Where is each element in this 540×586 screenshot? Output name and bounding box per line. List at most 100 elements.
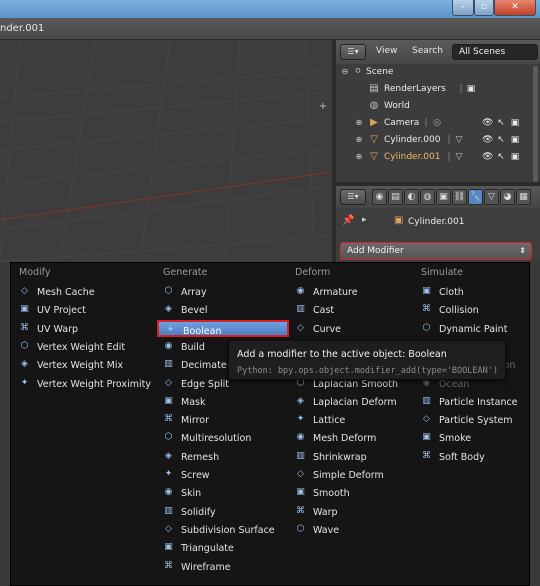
outliner-row-world[interactable]: ◍ World — [336, 98, 532, 115]
menu-item-label: Build — [181, 341, 205, 353]
editor-type-button[interactable]: ☰▾ — [340, 44, 366, 60]
outliner-row-cylinder-000[interactable]: ⊕ ▽ Cylinder.000 | ▽ 👁 ↖ ▣ — [336, 132, 532, 149]
menu-item-array[interactable]: ⬡ Array — [157, 283, 285, 300]
menu-item-smoke[interactable]: ▣ Smoke — [415, 429, 540, 446]
constraints-tab-icon[interactable]: ⛓ — [452, 189, 467, 205]
menu-item-simple-deform[interactable]: ◇ Simple Deform — [289, 466, 417, 483]
menu-item-mesh-cache[interactable]: ◇ Mesh Cache — [13, 283, 141, 300]
menu-item-label: Solidify — [181, 506, 216, 518]
view-menu[interactable]: View — [376, 46, 397, 56]
menu-item-collision[interactable]: ⌘ Collision — [415, 301, 540, 318]
menu-item-vertex-weight-mix[interactable]: ◈ Vertex Weight Mix — [13, 356, 141, 373]
outliner-scrollbar[interactable] — [533, 66, 538, 182]
separator-icon: | — [447, 152, 451, 162]
display-mode-select[interactable]: All Scenes — [452, 44, 538, 60]
render-icon[interactable]: ▣ — [510, 135, 520, 146]
menu-item-wave[interactable]: ⬡ Wave — [289, 521, 417, 538]
mesh-data-icon[interactable]: ▽ — [454, 152, 464, 163]
menu-item-lattice[interactable]: ✦ Lattice — [289, 411, 417, 428]
menu-item-label: Mask — [181, 396, 206, 408]
outliner-header: ☰▾ View Search All Scenes — [336, 40, 540, 64]
menu-item-triangulate[interactable]: ▣ Triangulate — [157, 539, 285, 556]
add-modifier-menu: Modify ◇ Mesh Cache ▣ UV Project ⌘ UV Warp ⬡ Ver… — [10, 262, 530, 586]
minimize-button[interactable]: – — [452, 0, 474, 16]
scene-tab-icon[interactable]: ◐ — [404, 189, 419, 205]
bevel-icon: ◈ — [165, 304, 172, 315]
camera-data-icon[interactable]: ◎ — [432, 118, 442, 129]
eye-icon[interactable]: 👁 — [482, 152, 493, 163]
menu-item-solidify[interactable]: ▥ Solidify — [157, 503, 285, 520]
menu-item-skin[interactable]: ◉ Skin — [157, 484, 285, 501]
eye-icon[interactable]: 👁 — [482, 135, 493, 146]
menu-item-label: Subdivision Surface — [181, 524, 275, 536]
menu-item-multiresolution[interactable]: ⬡ Multiresolution — [157, 429, 285, 446]
menu-item-uv-project[interactable]: ▣ UV Project — [13, 301, 141, 318]
cursor-icon[interactable]: ↖ — [496, 135, 506, 146]
renderlayers-tab-icon[interactable]: ▤ — [388, 189, 403, 205]
data-tab-icon[interactable]: ▽ — [484, 189, 499, 205]
collapse-icon[interactable]: ⊖ — [340, 67, 350, 77]
menu-item-label: Vertex Weight Mix — [37, 360, 124, 372]
outliner-row-camera[interactable]: ⊕ ▶ Camera | ◎ 👁 ↖ ▣ — [336, 115, 532, 132]
add-modifier-button[interactable]: Add Modifier ⬍ — [340, 242, 532, 260]
outliner-row-scene[interactable]: ⊖ ⚪ Scene — [336, 64, 532, 81]
cursor-icon[interactable]: ↖ — [496, 152, 506, 163]
menu-item-wireframe[interactable]: ⌘ Wireframe — [157, 558, 285, 575]
array-icon: ⬡ — [164, 286, 173, 296]
menu-item-curve[interactable]: ◇ Curve — [289, 320, 417, 337]
expand-icon[interactable]: ⊕ — [354, 152, 364, 162]
menu-item-cloth[interactable]: ▣ Cloth — [415, 283, 540, 300]
menu-item-cast[interactable]: ▥ Cast — [289, 301, 417, 318]
menu-item-mirror[interactable]: ⌘ Mirror — [157, 411, 285, 428]
texture-tab-icon[interactable]: ▦ — [516, 189, 531, 205]
skin-icon: ◉ — [164, 487, 173, 498]
material-tab-icon[interactable]: ◕ — [500, 189, 515, 205]
menu-item-label: Laplacian Deform — [313, 396, 397, 408]
editor-type-button[interactable]: ☰▾ — [340, 189, 366, 205]
render-icon[interactable]: ▣ — [510, 152, 520, 163]
outliner-row-cylinder-001[interactable]: ⊕ ▽ Cylinder.001 | ▽ 👁 ↖ ▣ — [336, 149, 532, 166]
menu-item-mesh-deform[interactable]: ◉ Mesh Deform — [289, 429, 417, 446]
renderlayer-icon[interactable]: ▣ — [466, 84, 476, 95]
outliner-row-renderlayers[interactable]: ▤ RenderLayers | ▣ — [336, 81, 532, 98]
menu-item-vertex-weight-proximity[interactable]: ✦ Vertex Weight Proximity — [13, 375, 151, 392]
pin-icon[interactable]: 📌 — [342, 215, 354, 226]
menu-item-armature[interactable]: ◉ Armature — [289, 283, 417, 300]
close-button[interactable]: ✕ — [494, 0, 536, 16]
add-icon[interactable]: + — [318, 102, 328, 112]
menu-item-particle-system[interactable]: ◇ Particle System — [415, 411, 540, 428]
search-menu[interactable]: Search — [412, 46, 443, 56]
menu-item-subdivision-surface[interactable]: ◇ Subdivision Surface — [157, 521, 285, 538]
menu-item-warp[interactable]: ⌘ Warp — [289, 503, 417, 520]
menu-item-uv-warp[interactable]: ⌘ UV Warp — [13, 320, 141, 337]
3d-viewport[interactable]: + — [0, 40, 332, 262]
render-icon[interactable]: ▣ — [510, 118, 520, 129]
menu-item-particle-instance[interactable]: ▥ Particle Instance — [415, 393, 540, 410]
render-tab-icon[interactable]: ◉ — [372, 189, 387, 205]
menu-item-soft-body[interactable]: ⌘ Soft Body — [415, 448, 540, 465]
object-tab-icon[interactable]: ▣ — [436, 189, 451, 205]
menu-item-mask[interactable]: ▣ Mask — [157, 393, 285, 410]
menu-item-vertex-weight-edit[interactable]: ⬡ Vertex Weight Edit — [13, 338, 141, 355]
modifier-tab-icon[interactable]: 🔧 — [468, 189, 483, 205]
menu-item-label: Remesh — [181, 451, 220, 463]
menu-item-boolean[interactable]: ✦ Boolean — [157, 319, 289, 337]
expand-icon[interactable]: ⊕ — [354, 118, 364, 128]
maximize-button[interactable]: ▫ — [474, 0, 494, 16]
mesh-icon: ▽ — [370, 151, 378, 162]
menu-item-remesh[interactable]: ◈ Remesh — [157, 448, 285, 465]
menu-item-bevel[interactable]: ◈ Bevel — [157, 301, 285, 318]
cursor-icon[interactable]: ↖ — [496, 118, 506, 129]
menu-item-dynamic-paint[interactable]: ⬡ Dynamic Paint — [415, 320, 540, 337]
menu-item-laplacian-deform[interactable]: ◈ Laplacian Deform — [289, 393, 417, 410]
menu-item-label: Mirror — [181, 415, 209, 427]
mesh-data-icon[interactable]: ▽ — [454, 135, 464, 146]
world-tab-icon[interactable]: ◍ — [420, 189, 435, 205]
expand-icon[interactable]: ⊕ — [354, 135, 364, 145]
menu-item-shrinkwrap[interactable]: ▥ Shrinkwrap — [289, 448, 417, 465]
eye-icon[interactable]: 👁 — [482, 118, 493, 129]
menu-item-smooth[interactable]: ▣ Smooth — [289, 484, 417, 501]
menu-item-label: Decimate — [181, 360, 227, 372]
shrinkwrap-icon: ▥ — [296, 450, 305, 461]
menu-item-screw[interactable]: ✦ Screw — [157, 466, 285, 483]
